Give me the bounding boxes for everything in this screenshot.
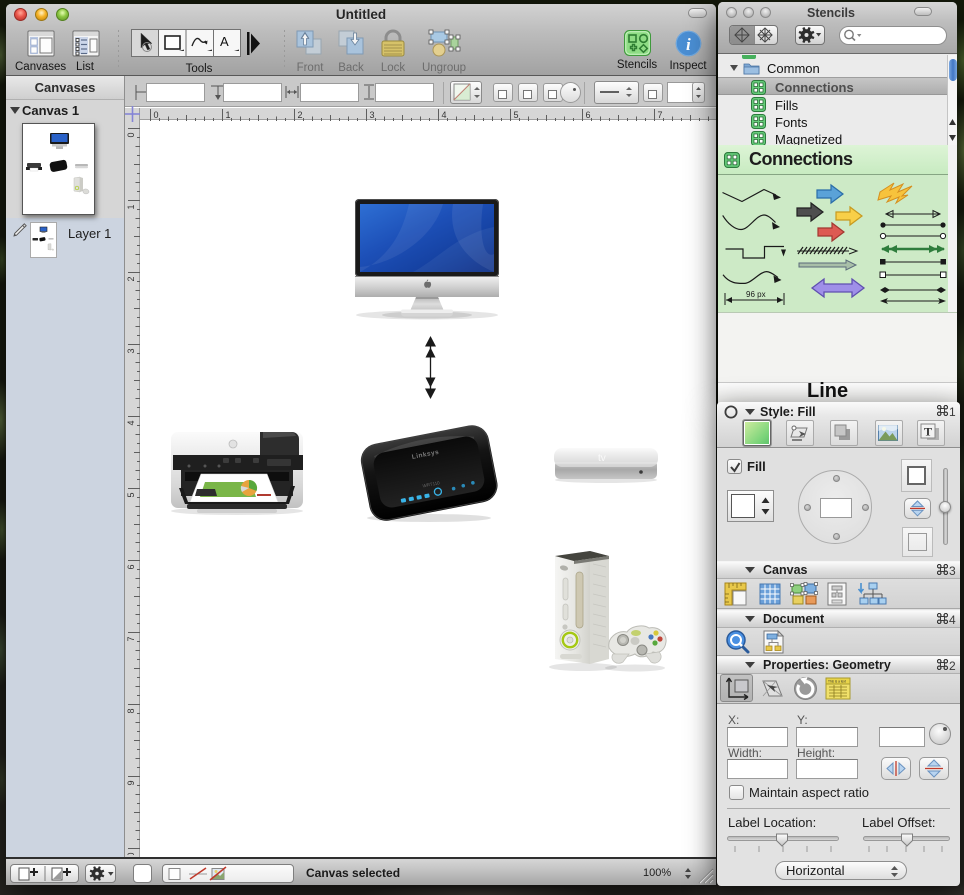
svg-text:6: 6 bbox=[586, 110, 591, 120]
svg-text:A: A bbox=[220, 34, 229, 49]
svg-text:10: 10 bbox=[126, 853, 136, 856]
svg-text:1: 1 bbox=[226, 110, 231, 120]
svg-text:1: 1 bbox=[126, 205, 136, 210]
svg-text:7: 7 bbox=[658, 110, 663, 120]
svg-text:T: T bbox=[924, 425, 932, 439]
svg-text:tv: tv bbox=[598, 453, 606, 464]
svg-text:6: 6 bbox=[126, 565, 136, 570]
svg-text:2: 2 bbox=[298, 110, 303, 120]
svg-text:4: 4 bbox=[442, 110, 447, 120]
svg-text:5: 5 bbox=[126, 493, 136, 498]
svg-text:3: 3 bbox=[126, 349, 136, 354]
svg-text:2: 2 bbox=[126, 277, 136, 282]
svg-text:5: 5 bbox=[514, 110, 519, 120]
svg-text:4: 4 bbox=[126, 421, 136, 426]
svg-text:96 px: 96 px bbox=[746, 290, 766, 299]
svg-text:7: 7 bbox=[126, 637, 136, 642]
svg-text:8: 8 bbox=[126, 709, 136, 714]
svg-text:3: 3 bbox=[370, 110, 375, 120]
svg-text:i: i bbox=[686, 35, 691, 54]
svg-text:9: 9 bbox=[126, 781, 136, 786]
svg-text:0: 0 bbox=[154, 110, 159, 120]
svg-text:This is a text: This is a text bbox=[828, 680, 846, 684]
svg-text:0: 0 bbox=[126, 133, 136, 138]
